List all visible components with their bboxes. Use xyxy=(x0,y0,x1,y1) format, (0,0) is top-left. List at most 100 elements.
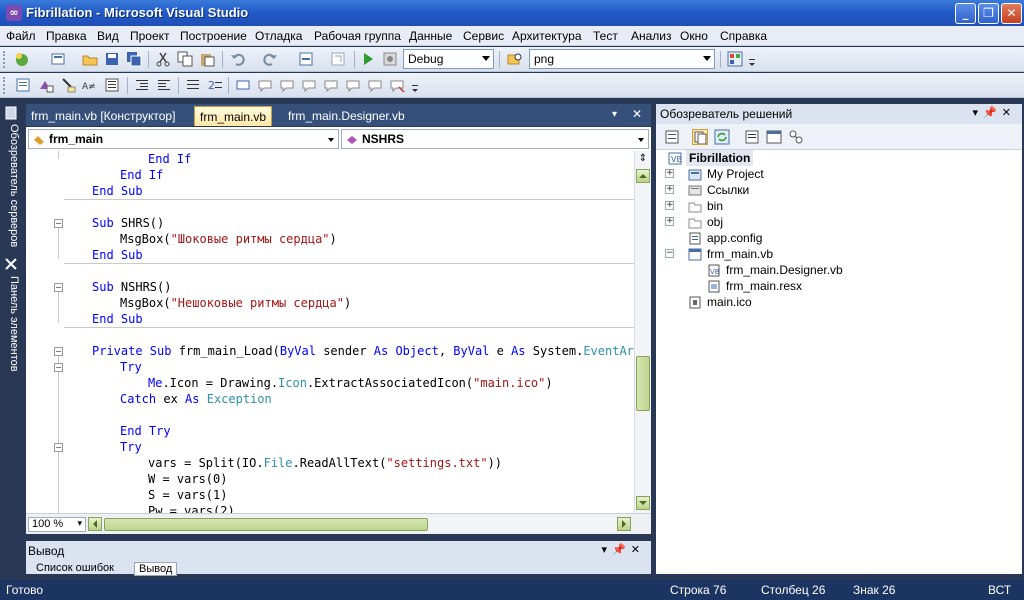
solution-explorer-toolbar-icon[interactable] xyxy=(727,51,743,67)
tab-output[interactable]: Вывод xyxy=(134,562,178,576)
zoom-combo[interactable]: 100 % ▾ xyxy=(28,517,86,532)
collapse-toggle[interactable]: − xyxy=(54,443,63,452)
previous-bookmark-document-icon[interactable] xyxy=(345,77,361,93)
find-in-files-icon[interactable] xyxy=(507,51,523,67)
tab-frm-main-designer-vb[interactable]: frm_main.Designer.vb xyxy=(283,106,410,126)
view-code-icon[interactable] xyxy=(744,129,760,145)
menu-tools[interactable]: Сервис xyxy=(463,29,504,43)
start-debugging-icon[interactable] xyxy=(360,51,376,67)
open-file-icon[interactable] xyxy=(82,51,98,67)
close-button[interactable]: ✕ xyxy=(1001,3,1022,24)
menu-analyze[interactable]: Анализ xyxy=(631,29,672,43)
tree-item-frm-main-resx[interactable]: frm_main.resx xyxy=(726,278,802,294)
vertical-scrollbar[interactable]: ⇕ xyxy=(634,151,651,513)
toolbox-tab[interactable]: Панель элементов xyxy=(2,276,20,372)
maximize-button[interactable]: ❐ xyxy=(978,3,999,24)
navigate-forward-icon[interactable] xyxy=(330,51,346,67)
auto-hide-pin-icon[interactable]: 📌 xyxy=(612,544,631,556)
tab-frm-main-designer[interactable]: frm_main.vb [Конструктор] xyxy=(26,106,180,126)
properties-icon[interactable] xyxy=(664,129,680,145)
view-designer-icon[interactable] xyxy=(766,129,782,145)
expand-toggle[interactable]: + xyxy=(665,201,674,210)
solution-configuration-combo[interactable]: Debug xyxy=(403,49,494,69)
clear-bookmarks-icon[interactable] xyxy=(389,77,405,93)
new-project-icon[interactable] xyxy=(14,51,30,67)
save-icon[interactable] xyxy=(104,51,120,67)
parameter-info-icon[interactable] xyxy=(38,77,54,93)
auto-hide-pin-icon[interactable]: 📌 xyxy=(983,107,1002,119)
object-browser-icon[interactable] xyxy=(15,77,31,93)
toolbar-overflow-icon[interactable] xyxy=(748,55,756,71)
menu-file[interactable]: Файл xyxy=(6,29,36,43)
tab-error-list[interactable]: Список ошибок xyxy=(32,562,118,576)
collapse-toggle[interactable]: − xyxy=(54,363,63,372)
menu-help[interactable]: Справка xyxy=(720,29,767,43)
expand-toggle[interactable]: + xyxy=(665,217,674,226)
scroll-up-button[interactable] xyxy=(636,169,650,183)
comment-lines-icon[interactable] xyxy=(185,77,201,93)
toolbox-icon[interactable] xyxy=(4,257,18,271)
class-name-combo[interactable]: frm_main xyxy=(28,129,339,149)
tree-item-frm-main-vb[interactable]: frm_main.vb xyxy=(707,246,773,262)
close-panel-icon[interactable]: ✕ xyxy=(631,544,645,556)
redo-icon[interactable] xyxy=(262,51,278,67)
display-word-completion-icon[interactable] xyxy=(104,77,120,93)
cut-icon[interactable] xyxy=(155,51,171,67)
tree-item-main-ico[interactable]: main.ico xyxy=(707,294,752,310)
navigate-backward-icon[interactable] xyxy=(298,51,314,67)
toolbar-overflow-icon[interactable] xyxy=(411,81,419,97)
expand-toggle[interactable]: + xyxy=(665,169,674,178)
menu-test[interactable]: Тест xyxy=(593,29,618,43)
next-bookmark-folder-icon[interactable] xyxy=(323,77,339,93)
menu-view[interactable]: Вид xyxy=(97,29,119,43)
horizontal-scrollbar[interactable] xyxy=(88,517,632,532)
code-area[interactable]: End If End If End Sub − Sub SHRS() MsgBo… xyxy=(26,151,634,513)
decrease-indent-icon[interactable] xyxy=(134,77,150,93)
increase-indent-icon[interactable] xyxy=(156,77,172,93)
method-name-combo[interactable]: NSHRS xyxy=(341,129,649,149)
previous-bookmark-folder-icon[interactable] xyxy=(301,77,317,93)
minimize-button[interactable]: _ xyxy=(955,3,976,24)
window-position-icon[interactable]: ▾ xyxy=(602,544,613,556)
collapse-toggle[interactable]: − xyxy=(54,219,63,228)
refresh-icon[interactable] xyxy=(714,129,730,145)
save-all-icon[interactable] xyxy=(126,51,142,67)
menu-teamwork[interactable]: Рабочая группа xyxy=(314,29,401,43)
toggle-bookmark-icon[interactable] xyxy=(235,77,251,93)
scroll-left-button[interactable] xyxy=(88,517,102,531)
tab-frm-main-vb[interactable]: frm_main.vb xyxy=(194,106,273,126)
server-explorer-tab[interactable]: Обозреватель серверов xyxy=(2,124,20,247)
horizontal-scroll-thumb[interactable] xyxy=(104,518,428,531)
menu-architecture[interactable]: Архитектура xyxy=(512,29,582,43)
toolbar-grip[interactable] xyxy=(3,77,6,94)
close-tab-icon[interactable]: ✕ xyxy=(632,107,642,121)
tree-item-frm-main-designer[interactable]: frm_main.Designer.vb xyxy=(726,262,843,278)
split-editor-icon[interactable]: ⇕ xyxy=(637,153,649,165)
previous-bookmark-icon[interactable] xyxy=(257,77,273,93)
solution-platform-icon[interactable] xyxy=(382,51,398,67)
menu-debug[interactable]: Отладка xyxy=(255,29,302,43)
toolbar-grip[interactable] xyxy=(3,51,6,68)
view-class-diagram-icon[interactable] xyxy=(788,129,804,145)
tree-item-project[interactable]: Fibrillation xyxy=(686,150,754,166)
window-position-icon[interactable]: ▾ xyxy=(973,107,984,119)
scroll-down-button[interactable] xyxy=(636,496,650,510)
menu-window[interactable]: Окно xyxy=(680,29,708,43)
undo-icon[interactable] xyxy=(230,51,246,67)
tree-item-app-config[interactable]: app.config xyxy=(707,230,762,246)
add-item-icon[interactable] xyxy=(50,51,66,67)
tree-item-obj[interactable]: obj xyxy=(707,214,723,230)
tree-item-my-project[interactable]: My Project xyxy=(707,166,764,182)
expand-toggle[interactable]: + xyxy=(665,185,674,194)
find-combo[interactable]: png xyxy=(529,49,715,69)
collapse-toggle[interactable]: − xyxy=(665,249,674,258)
complete-word-icon[interactable]: A≠ xyxy=(82,77,98,93)
menu-project[interactable]: Проект xyxy=(130,29,170,43)
vertical-scroll-thumb[interactable] xyxy=(636,356,650,411)
quick-info-icon[interactable] xyxy=(60,77,76,93)
copy-icon[interactable] xyxy=(177,51,193,67)
scroll-right-button[interactable] xyxy=(617,517,631,531)
close-panel-icon[interactable]: ✕ xyxy=(1002,107,1016,119)
show-all-files-icon[interactable] xyxy=(692,129,708,145)
tab-dropdown-icon[interactable]: ▾ xyxy=(612,109,617,120)
